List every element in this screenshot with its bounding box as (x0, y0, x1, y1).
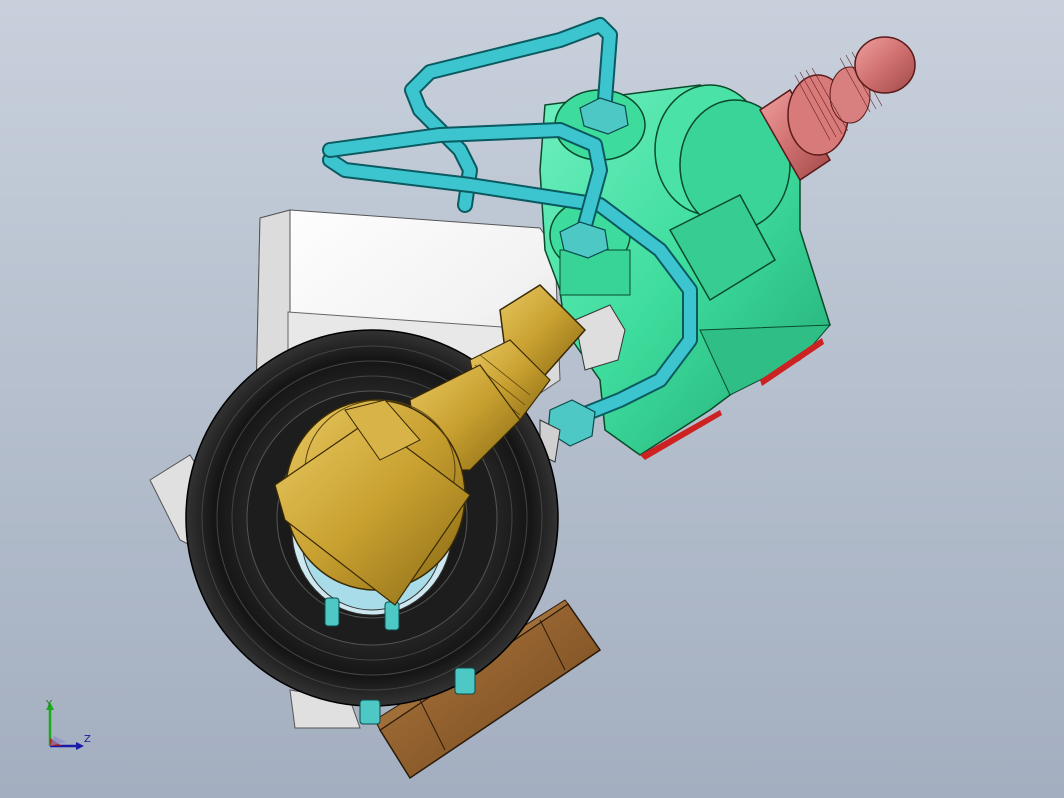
graphics-viewport[interactable]: Y Z (0, 0, 1064, 798)
model-3d-view[interactable] (0, 0, 1064, 798)
coordinate-triad: Y Z (38, 698, 98, 758)
axis-y-label: Y (46, 699, 53, 710)
axis-z-label: Z (84, 734, 91, 745)
